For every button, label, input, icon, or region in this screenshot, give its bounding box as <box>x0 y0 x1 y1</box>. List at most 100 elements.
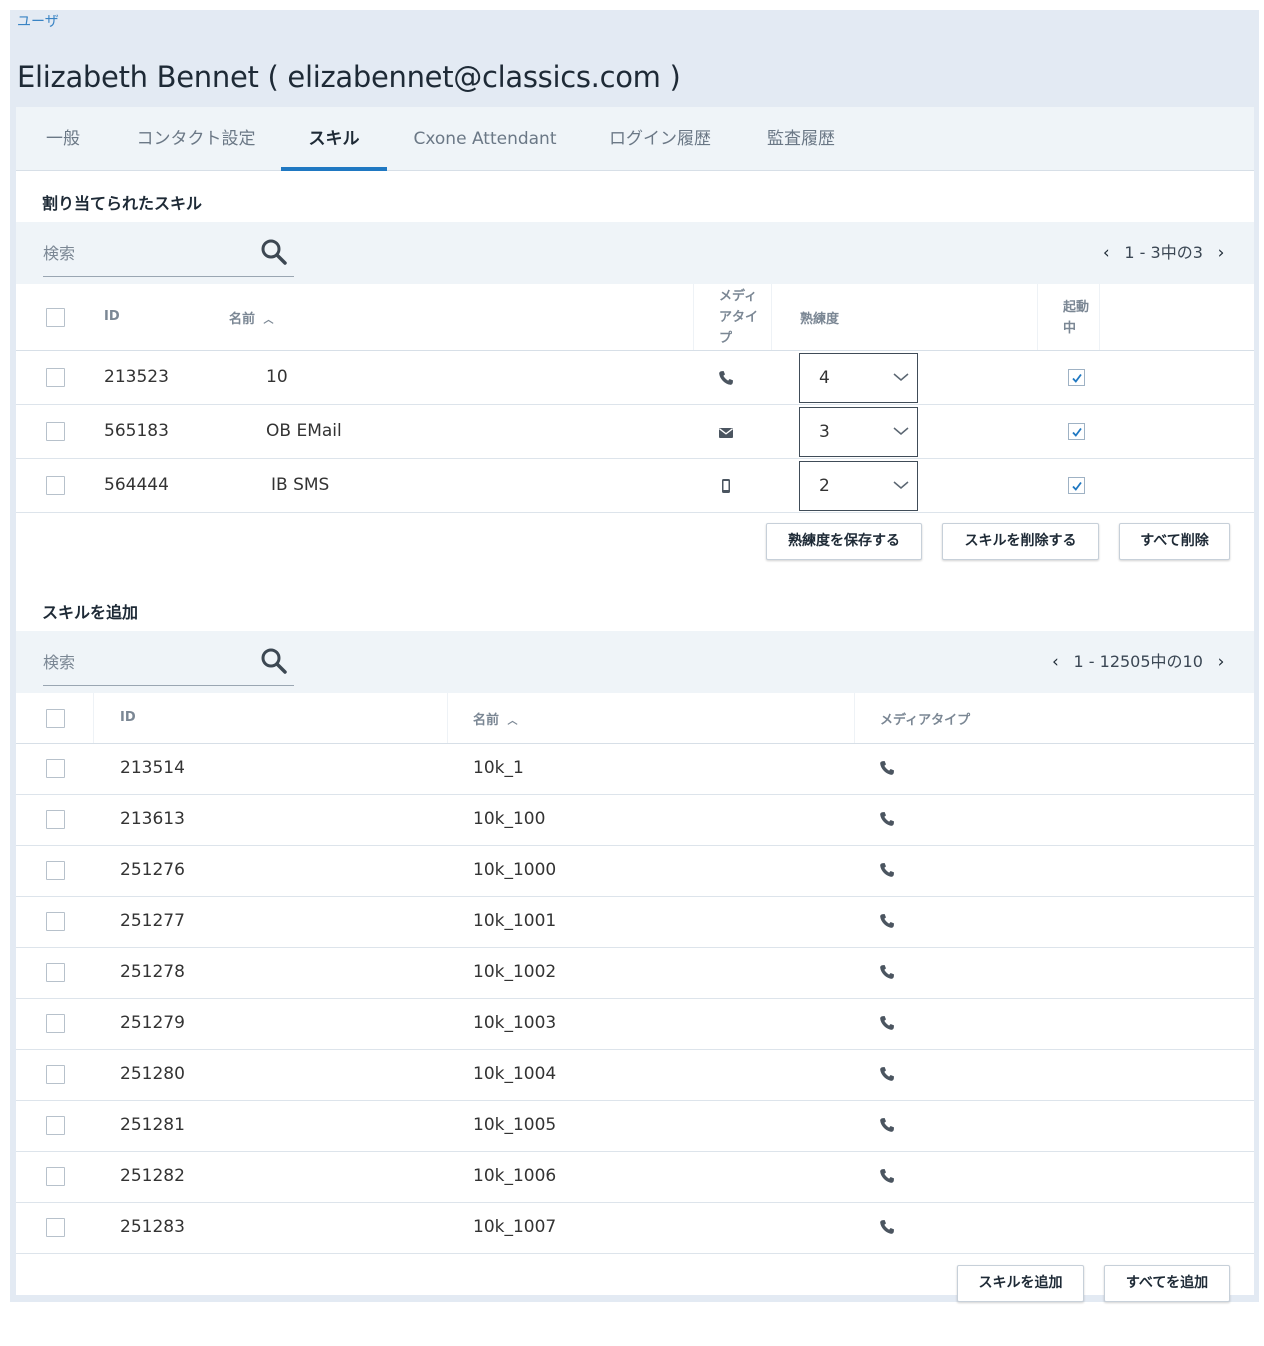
assigned-pager-text: 1 - 3中の3 <box>1124 243 1203 262</box>
chevron-down-icon <box>893 481 909 489</box>
skill-id: 251282 <box>120 1166 185 1186</box>
column-id[interactable]: ID <box>120 710 136 725</box>
column-active[interactable]: 起動 中 <box>1063 297 1089 339</box>
row-checkbox[interactable] <box>46 422 65 441</box>
proficiency-select[interactable]: 2 <box>799 461 918 511</box>
chevron-left-icon[interactable]: ‹ <box>1042 631 1068 693</box>
phone-icon <box>880 1016 894 1030</box>
column-name-label: 名前 <box>473 713 500 728</box>
column-proficiency[interactable]: 熟練度 <box>800 308 839 327</box>
tab-general[interactable]: 一般 <box>36 107 90 171</box>
table-row[interactable]: 251283 10k_1007 <box>16 1203 1254 1254</box>
tab-login-history[interactable]: ログイン履歴 <box>600 107 720 171</box>
skill-id: 251280 <box>120 1064 185 1084</box>
user-page: ユーザ Elizabeth Bennet ( elizabennet@class… <box>10 10 1259 1302</box>
delete-skill-button[interactable]: スキルを削除する <box>942 523 1099 560</box>
phone-icon <box>880 1067 894 1081</box>
table-row[interactable]: 251279 10k_1003 <box>16 999 1254 1050</box>
column-id[interactable]: ID <box>104 309 120 324</box>
row-checkbox[interactable] <box>46 759 65 778</box>
row-checkbox[interactable] <box>46 1167 65 1186</box>
sort-ascending-icon: ︿ <box>507 716 518 727</box>
add-table-header: ID 名前 ︿ メディアタイプ <box>16 693 1254 744</box>
table-row[interactable]: 564444 IB SMS 2 <box>16 459 1254 513</box>
tab-cxone-attendant[interactable]: Cxone Attendant <box>410 107 560 171</box>
skill-id: 251283 <box>120 1217 185 1237</box>
row-checkbox[interactable] <box>46 1116 65 1135</box>
table-row[interactable]: 565183 OB EMail 3 <box>16 405 1254 459</box>
row-checkbox[interactable] <box>46 476 65 495</box>
skill-id: 251276 <box>120 860 185 880</box>
mobile-icon <box>722 479 730 493</box>
row-checkbox[interactable] <box>46 1014 65 1033</box>
skill-id: 251278 <box>120 962 185 982</box>
row-checkbox[interactable] <box>46 912 65 931</box>
chevron-right-icon[interactable]: › <box>1208 222 1234 284</box>
tab-bar: 一般 コンタクト設定 スキル Cxone Attendant ログイン履歴 監査… <box>16 107 1254 171</box>
table-row[interactable]: 251276 10k_1000 <box>16 846 1254 897</box>
column-media-type[interactable]: メディアタイプ <box>880 709 970 728</box>
add-pager: ‹ 1 - 12505中の10 › <box>1042 631 1234 693</box>
table-row[interactable]: 251281 10k_1005 <box>16 1101 1254 1152</box>
active-checkbox[interactable] <box>1068 423 1085 440</box>
table-row[interactable]: 213523 10 4 <box>16 351 1254 405</box>
skill-id: 213523 <box>104 367 169 387</box>
row-checkbox[interactable] <box>46 368 65 387</box>
table-row[interactable]: 213613 10k_100 <box>16 795 1254 846</box>
table-row[interactable]: 251282 10k_1006 <box>16 1152 1254 1203</box>
table-row[interactable]: 251278 10k_1002 <box>16 948 1254 999</box>
active-checkbox[interactable] <box>1068 477 1085 494</box>
column-name[interactable]: 名前 ︿ <box>473 709 518 728</box>
search-icon[interactable] <box>260 647 288 675</box>
content-panel: 一般 コンタクト設定 スキル Cxone Attendant ログイン履歴 監査… <box>16 107 1254 1302</box>
chevron-right-icon[interactable]: › <box>1208 631 1234 693</box>
select-all-checkbox[interactable] <box>46 308 65 327</box>
breadcrumb-users[interactable]: ユーザ <box>17 11 59 31</box>
row-checkbox[interactable] <box>46 963 65 982</box>
select-all-checkbox[interactable] <box>46 709 65 728</box>
assigned-toolbar: ‹ 1 - 3中の3 › <box>16 222 1254 284</box>
table-row[interactable]: 213514 10k_1 <box>16 744 1254 795</box>
skill-name: 10k_1 <box>473 758 524 778</box>
proficiency-value: 2 <box>819 476 830 496</box>
table-row[interactable]: 251277 10k_1001 <box>16 897 1254 948</box>
assigned-search-input[interactable] <box>43 238 243 268</box>
row-checkbox[interactable] <box>46 861 65 880</box>
save-proficiency-button[interactable]: 熟練度を保存する <box>766 523 922 560</box>
table-row[interactable]: 251280 10k_1004 <box>16 1050 1254 1101</box>
tab-skills[interactable]: スキル <box>281 107 387 171</box>
chevron-left-icon[interactable]: ‹ <box>1093 222 1119 284</box>
proficiency-select[interactable]: 3 <box>799 407 918 457</box>
skill-name: 10k_1007 <box>473 1217 557 1237</box>
proficiency-select[interactable]: 4 <box>799 353 918 403</box>
column-media-type[interactable]: メディ アタイ プ <box>719 286 758 349</box>
phone-icon <box>880 812 894 826</box>
skill-id: 564444 <box>104 475 169 495</box>
checkmark-icon <box>1072 481 1082 491</box>
add-all-button[interactable]: すべてを追加 <box>1104 1265 1230 1302</box>
column-name[interactable]: 名前 ︿ <box>229 308 274 327</box>
row-checkbox[interactable] <box>46 810 65 829</box>
add-skill-button[interactable]: スキルを追加 <box>957 1265 1084 1302</box>
search-icon[interactable] <box>260 238 288 266</box>
column-name-label: 名前 <box>229 312 256 327</box>
row-checkbox[interactable] <box>46 1065 65 1084</box>
skill-name: IB SMS <box>271 475 330 495</box>
tab-contact-settings[interactable]: コンタクト設定 <box>128 107 264 171</box>
row-checkbox[interactable] <box>46 1218 65 1237</box>
add-pager-text: 1 - 12505中の10 <box>1073 652 1203 671</box>
assigned-skills-title: 割り当てられたスキル <box>42 194 203 213</box>
active-checkbox[interactable] <box>1068 369 1085 386</box>
phone-icon <box>880 761 894 775</box>
skill-id: 565183 <box>104 421 169 441</box>
column-media-type-line: プ <box>719 331 733 346</box>
tab-audit-history[interactable]: 監査履歴 <box>759 107 843 171</box>
add-toolbar: ‹ 1 - 12505中の10 › <box>16 631 1254 693</box>
skill-name: 10k_1006 <box>473 1166 557 1186</box>
delete-all-button[interactable]: すべて削除 <box>1119 523 1230 560</box>
add-search-box <box>43 641 294 686</box>
chevron-down-icon <box>893 427 909 435</box>
add-search-input[interactable] <box>43 647 243 677</box>
skill-name: 10k_100 <box>473 809 546 829</box>
column-active-line: 中 <box>1063 321 1077 336</box>
